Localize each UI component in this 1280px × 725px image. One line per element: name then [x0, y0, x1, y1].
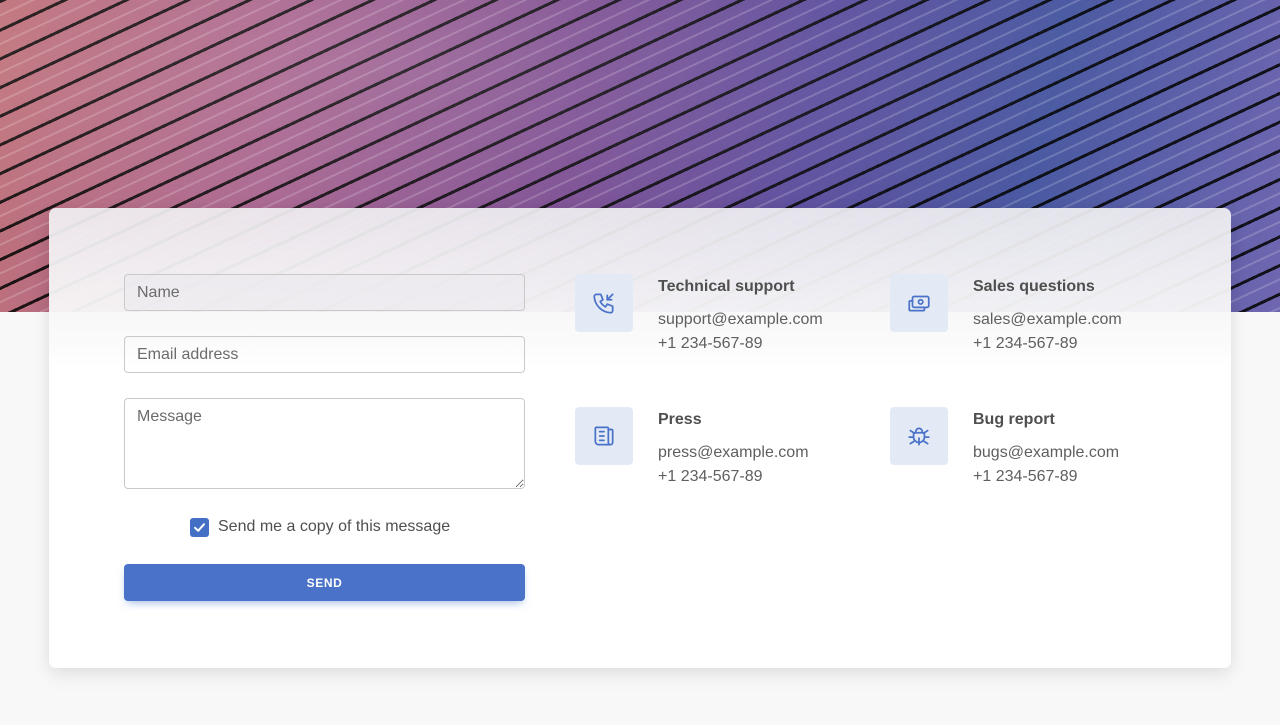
copy-checkbox-label: Send me a copy of this message	[218, 518, 451, 535]
contact-title: Bug report	[973, 411, 1055, 428]
contact-title: Technical support	[658, 278, 795, 295]
contact-title: Press	[658, 411, 702, 428]
phone-incoming-icon	[575, 274, 633, 332]
newspaper-icon	[575, 407, 633, 465]
contact-phone: +1 234-567-89	[973, 335, 1078, 352]
cash-icon	[890, 274, 948, 332]
bug-icon	[890, 407, 948, 465]
contact-email: support@example.com	[658, 311, 823, 328]
contact-phone: +1 234-567-89	[658, 468, 763, 485]
contact-phone: +1 234-567-89	[658, 335, 763, 352]
contact-card: Send me a copy of this message SEND Tech…	[49, 208, 1231, 668]
copy-checkbox-row[interactable]: Send me a copy of this message	[190, 517, 450, 537]
contact-email: press@example.com	[658, 444, 809, 461]
check-icon	[194, 522, 205, 532]
name-input[interactable]	[124, 274, 525, 311]
contact-email: sales@example.com	[973, 311, 1122, 328]
email-input[interactable]	[124, 336, 525, 373]
contact-title: Sales questions	[973, 278, 1095, 295]
contact-phone: +1 234-567-89	[973, 468, 1078, 485]
send-button[interactable]: SEND	[124, 564, 525, 601]
copy-checkbox[interactable]	[190, 517, 209, 537]
message-textarea[interactable]	[124, 398, 525, 489]
contact-email: bugs@example.com	[973, 444, 1120, 461]
